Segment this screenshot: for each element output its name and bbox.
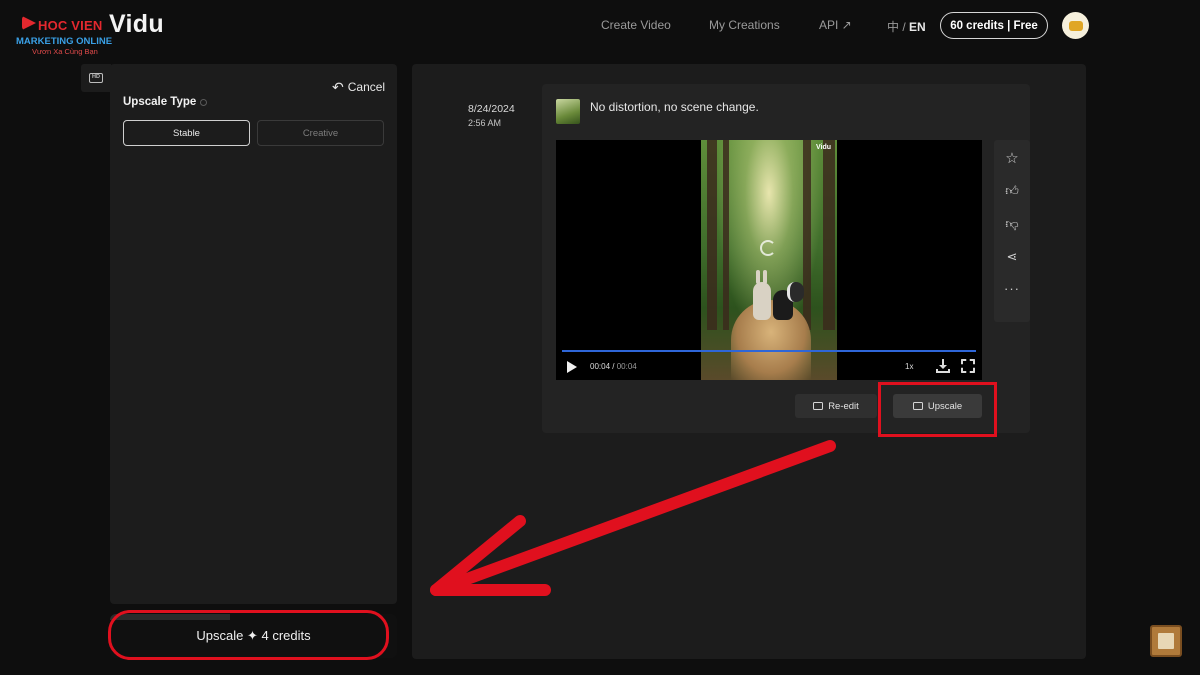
fullscreen-icon[interactable] <box>961 359 975 373</box>
forest-path <box>731 300 811 380</box>
progress-bar[interactable] <box>562 350 976 352</box>
thumbs-up-icon[interactable]: 👍︎ <box>1002 180 1022 200</box>
creation-date: 8/24/2024 <box>468 103 515 115</box>
more-icon[interactable]: ··· <box>1002 278 1022 298</box>
nav-api-link[interactable]: API ↗ <box>819 18 852 32</box>
tree-trunk <box>707 140 717 330</box>
lang-separator: / <box>899 20 910 34</box>
time-code: 00:04 / 00:04 <box>590 362 637 371</box>
re-edit-label: Re-edit <box>828 400 859 412</box>
app-root: HOC VIEN MARKETING ONLINE Vươn Xa Cùng B… <box>0 0 1200 675</box>
upscale-type-heading: Upscale Type <box>123 96 208 108</box>
avatar-image-icon <box>1068 20 1083 31</box>
hoc-vien-watermark-logo: HOC VIEN MARKETING ONLINE Vươn Xa Cùng B… <box>16 14 116 58</box>
watermark-tagline: Vươn Xa Cùng Bạn <box>32 47 98 56</box>
re-edit-button[interactable]: Re-edit <box>795 394 877 418</box>
prompt-thumbnail[interactable] <box>556 99 580 124</box>
top-nav: HOC VIEN MARKETING ONLINE Vươn Xa Cùng B… <box>0 0 1200 56</box>
play-logo-icon <box>22 16 36 30</box>
avatar[interactable] <box>1062 12 1089 39</box>
cancel-button[interactable]: ↶ Cancel <box>332 80 385 94</box>
tree-trunk <box>803 140 811 330</box>
video-edit-icon <box>813 402 824 410</box>
watermark-title: HOC VIEN <box>38 18 103 33</box>
option-creative[interactable]: Creative <box>257 120 384 146</box>
language-switcher[interactable]: 中 / EN <box>887 18 926 35</box>
cancel-label: Cancel <box>347 80 386 94</box>
tree-trunk <box>823 140 835 330</box>
rabbit-character <box>753 270 771 320</box>
hd-icon: HD <box>89 73 103 83</box>
share-icon[interactable]: ⋖ <box>1002 246 1022 266</box>
skunk-character <box>773 282 804 320</box>
side-action-bar: ☆ 👍︎ 👎︎ ⋖ ··· <box>994 140 1030 322</box>
upscale-settings-panel: ↶ Cancel Upscale Type Stable Creative <box>110 64 397 604</box>
creation-timestamp: 8/24/2024 2:56 AM <box>468 102 515 130</box>
info-icon[interactable] <box>200 98 208 106</box>
play-icon[interactable] <box>567 361 577 373</box>
highlight-box-upscale <box>878 382 997 437</box>
prompt-text: No distortion, no scene change. <box>590 100 759 114</box>
vidu-logo[interactable]: Vidu <box>109 10 164 39</box>
creation-card: No distortion, no scene change. Vidu 00:… <box>542 84 1030 433</box>
total-time: 00:04 <box>616 362 637 371</box>
lang-en[interactable]: EN <box>909 20 926 34</box>
creation-time: 2:56 AM <box>468 118 502 128</box>
undo-arrow-icon: ↶ <box>332 79 344 95</box>
highlight-ring-submit <box>108 610 389 660</box>
video-player[interactable]: Vidu 00:04 / 00:04 1x <box>556 140 982 380</box>
playback-speed-button[interactable]: 1x <box>905 362 913 371</box>
download-icon[interactable] <box>936 359 950 373</box>
loading-spinner-icon <box>760 240 776 256</box>
video-watermark: Vidu <box>816 144 832 151</box>
lang-zh[interactable]: 中 <box>887 20 899 34</box>
current-time: 00:04 <box>590 362 611 371</box>
tree-trunk <box>723 140 729 330</box>
nav-create-video[interactable]: Create Video <box>601 18 671 32</box>
corner-widget-icon[interactable] <box>1150 625 1182 657</box>
results-panel: 8/24/2024 2:56 AM No distortion, no scen… <box>412 64 1086 659</box>
thumbs-down-icon[interactable]: 👎︎ <box>1002 213 1022 233</box>
upscale-type-label: Upscale Type <box>123 96 197 108</box>
watermark-subtitle: MARKETING ONLINE <box>16 36 113 47</box>
video-frame: Vidu <box>701 140 837 380</box>
hd-tab[interactable]: HD <box>81 64 111 92</box>
option-stable[interactable]: Stable <box>123 120 250 146</box>
nav-my-creations[interactable]: My Creations <box>709 18 780 32</box>
credits-button[interactable]: 60 credits | Free <box>940 12 1048 39</box>
star-icon[interactable]: ☆ <box>1002 148 1022 168</box>
